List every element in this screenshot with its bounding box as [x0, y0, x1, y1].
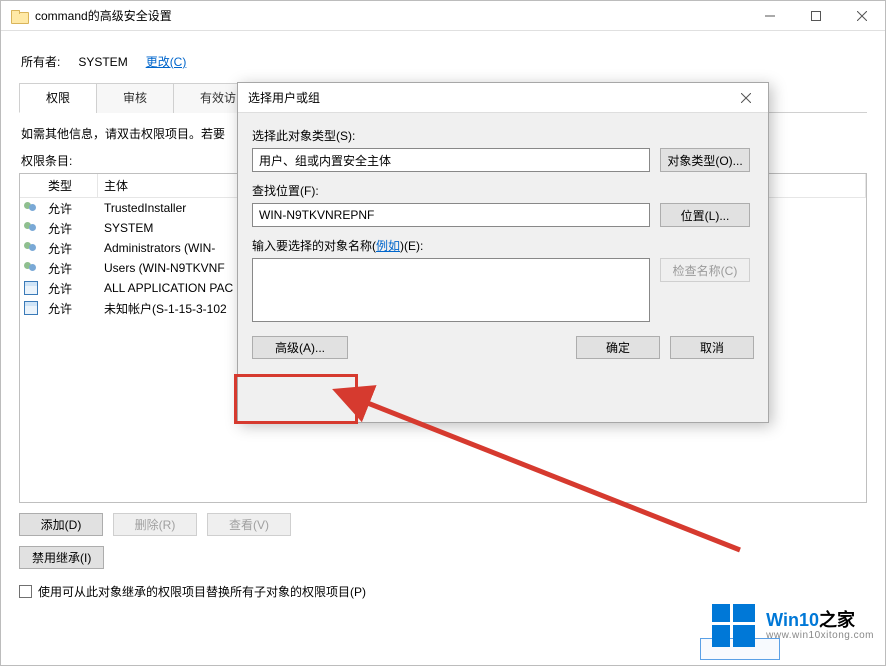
object-type-button[interactable]: 对象类型(O)...	[660, 148, 750, 172]
row-type: 允许	[42, 300, 98, 317]
buttons-row: 添加(D) 删除(R) 查看(V)	[19, 513, 867, 536]
main-window-title: command的高级安全设置	[35, 7, 172, 24]
dialog-footer: 高级(A)... 确定 取消	[252, 336, 754, 359]
tab-audit-label: 审核	[123, 91, 147, 105]
package-icon	[24, 301, 38, 315]
owner-label: 所有者:	[21, 53, 60, 70]
check-names-button[interactable]: 检查名称(C)	[660, 258, 750, 282]
object-name-label: 输入要选择的对象名称(例如)(E):	[252, 237, 754, 254]
dialog-close-button[interactable]	[723, 83, 768, 112]
object-type-label: 选择此对象类型(S):	[252, 127, 754, 144]
column-type[interactable]: 类型	[42, 173, 98, 198]
dialog-titlebar[interactable]: 选择用户或组	[238, 83, 768, 113]
maximize-button[interactable]	[793, 1, 839, 31]
location-button[interactable]: 位置(L)...	[660, 203, 750, 227]
ok-button[interactable]: 确定	[576, 336, 660, 359]
folder-icon	[11, 10, 27, 22]
object-type-input[interactable]	[252, 148, 650, 172]
change-owner-link[interactable]: 更改(C)	[146, 53, 187, 70]
object-name-input[interactable]	[252, 258, 650, 322]
window-controls	[747, 1, 885, 31]
location-input[interactable]	[252, 203, 650, 227]
disable-inherit-button[interactable]: 禁用继承(I)	[19, 546, 104, 569]
users-icon	[23, 241, 39, 255]
select-user-dialog: 选择用户或组 选择此对象类型(S): 对象类型(O)... 查找位置(F): 位…	[237, 82, 769, 423]
checkbox-icon[interactable]	[19, 585, 32, 598]
add-button[interactable]: 添加(D)	[19, 513, 103, 536]
dialog-title: 选择用户或组	[248, 89, 320, 106]
view-button[interactable]: 查看(V)	[207, 513, 291, 536]
owner-value: SYSTEM	[78, 55, 127, 69]
users-icon	[23, 261, 39, 275]
row-type: 允许	[42, 220, 98, 237]
cancel-button[interactable]: 取消	[670, 336, 754, 359]
windows-logo-icon	[712, 604, 756, 648]
close-button[interactable]	[839, 1, 885, 31]
users-icon	[23, 221, 39, 235]
tab-permissions[interactable]: 权限	[19, 83, 97, 113]
users-icon	[23, 201, 39, 215]
watermark-brand: Win10之家	[766, 611, 874, 631]
replace-children-label: 使用可从此对象继承的权限项目替换所有子对象的权限项目(P)	[38, 583, 366, 600]
row-type: 允许	[42, 240, 98, 257]
main-titlebar[interactable]: command的高级安全设置	[1, 1, 885, 31]
watermark-url: www.win10xitong.com	[766, 630, 874, 641]
row-type: 允许	[42, 260, 98, 277]
tab-effective-label: 有效访	[200, 91, 236, 105]
owner-row: 所有者: SYSTEM 更改(C)	[21, 53, 867, 70]
remove-button[interactable]: 删除(R)	[113, 513, 197, 536]
replace-children-checkbox-row[interactable]: 使用可从此对象继承的权限项目替换所有子对象的权限项目(P)	[19, 583, 867, 600]
row-type: 允许	[42, 200, 98, 217]
watermark: Win10之家 www.win10xitong.com	[712, 604, 874, 648]
tab-permissions-label: 权限	[46, 91, 70, 105]
row-type: 允许	[42, 280, 98, 297]
minimize-button[interactable]	[747, 1, 793, 31]
package-icon	[24, 281, 38, 295]
example-link[interactable]: 例如	[376, 239, 400, 253]
location-label: 查找位置(F):	[252, 182, 754, 199]
tab-audit[interactable]: 审核	[96, 83, 174, 113]
advanced-button[interactable]: 高级(A)...	[252, 336, 348, 359]
dialog-body: 选择此对象类型(S): 对象类型(O)... 查找位置(F): 位置(L)...…	[238, 113, 768, 371]
